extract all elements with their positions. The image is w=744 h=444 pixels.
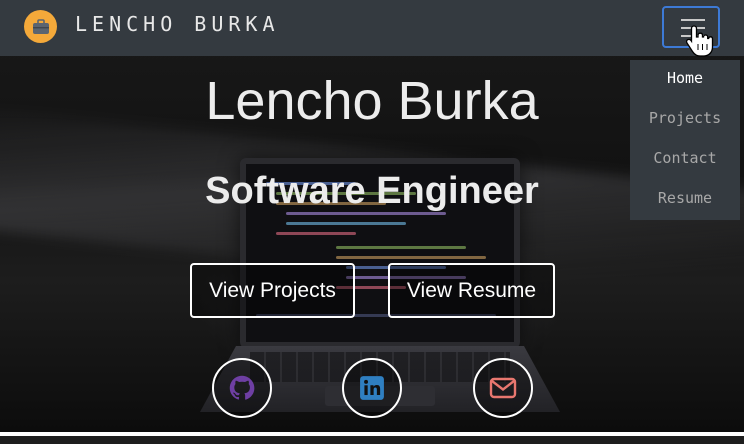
navbar: LENCHO BURKA: [0, 0, 744, 57]
linkedin-icon: [360, 376, 384, 400]
view-projects-button[interactable]: View Projects: [190, 263, 355, 318]
github-icon: [229, 375, 255, 400]
brand-name[interactable]: LENCHO BURKA: [75, 12, 280, 36]
next-section-edge: [0, 436, 744, 444]
briefcase-icon[interactable]: [24, 10, 57, 43]
linkedin-button[interactable]: [342, 358, 402, 418]
github-button[interactable]: [212, 358, 272, 418]
view-resume-button[interactable]: View Resume: [388, 263, 555, 318]
mail-icon: [489, 377, 517, 399]
page-title: Lencho Burka: [205, 71, 539, 131]
pointer-cursor-icon: [685, 25, 714, 57]
page-subtitle: Software Engineer: [205, 170, 539, 212]
email-button[interactable]: [473, 358, 533, 418]
menu-item-contact[interactable]: Contact: [630, 149, 740, 167]
